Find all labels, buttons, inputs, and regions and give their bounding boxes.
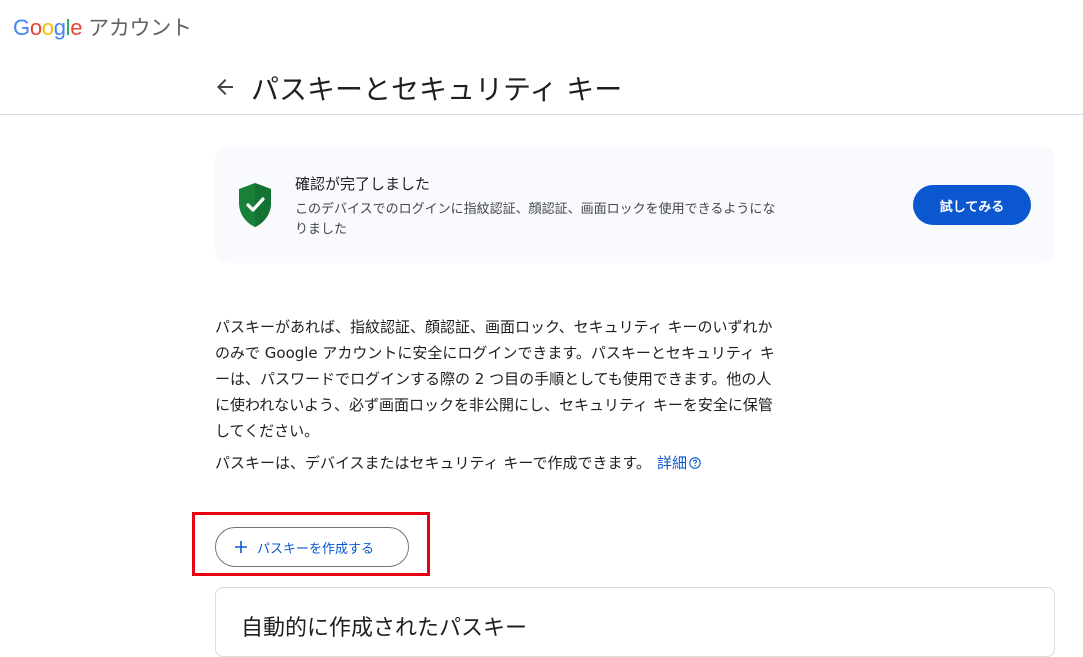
logo-letter: e	[70, 15, 83, 40]
learn-more-label: 詳細	[657, 454, 688, 472]
top-bar: Google アカウント	[0, 0, 1083, 56]
create-passkey-button[interactable]: パスキーを作成する	[215, 527, 409, 567]
banner-title: 確認が完了しました	[295, 175, 431, 193]
learn-more-link[interactable]: 詳細	[657, 454, 701, 472]
help-circle-icon	[689, 451, 701, 469]
logo-letter: o	[41, 15, 54, 40]
auto-passkeys-title: 自動的に作成されたパスキー	[241, 616, 528, 641]
passkey-description: パスキーがあれば、指紋認証、顔認証、画面ロック、セキュリティ キーのいずれかのみ…	[215, 318, 775, 440]
create-info-text: パスキーは、デバイスまたはセキュリティ キーで作成できます。	[215, 454, 652, 472]
logo-letter: o	[29, 15, 42, 40]
verification-banner: 確認が完了しました このデバイスでのログインに指紋認証、顔認証、画面ロックを使用…	[215, 147, 1055, 263]
back-arrow-icon[interactable]	[213, 75, 237, 99]
product-name: アカウント	[88, 16, 192, 40]
logo-letter: G	[13, 15, 30, 40]
plus-icon	[233, 539, 249, 555]
create-info: パスキーは、デバイスまたはセキュリティ キーで作成できます。 詳細	[215, 450, 915, 476]
shield-check-icon	[237, 182, 273, 228]
auto-passkeys-card: 自動的に作成されたパスキー	[215, 587, 1055, 657]
page-header: パスキーとセキュリティ キー	[0, 56, 1083, 115]
page-title: パスキーとセキュリティ キー	[251, 73, 623, 106]
banner-description: このデバイスでのログインに指紋認証、顔認証、画面ロックを使用できるようになりまし…	[295, 202, 776, 237]
logo-letter: g	[53, 15, 66, 40]
try-it-button[interactable]: 試してみる	[913, 185, 1031, 225]
create-passkey-label: パスキーを作成する	[257, 541, 375, 557]
google-account-logo[interactable]: Google アカウント	[13, 12, 192, 42]
